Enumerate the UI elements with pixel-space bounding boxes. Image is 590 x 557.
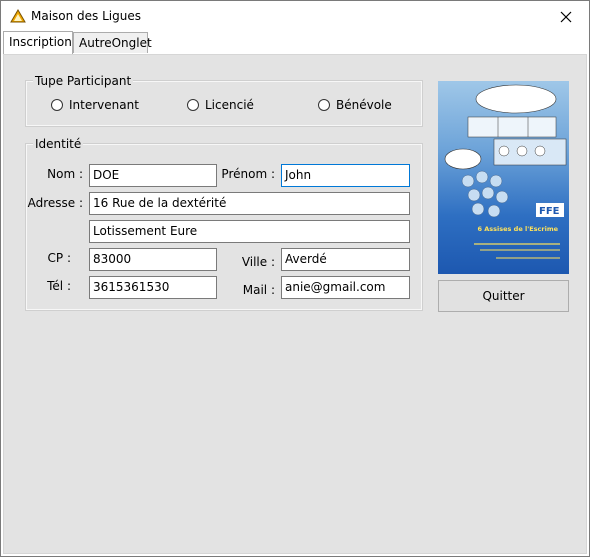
- prenom-label: Prénom :: [221, 167, 275, 181]
- tab-autreonglet[interactable]: AutreOnglet: [73, 32, 152, 53]
- main-window: Maison des Ligues Inscription AutreOngle…: [0, 0, 590, 557]
- title-bar: Maison des Ligues: [1, 1, 589, 32]
- group-title: Identité: [33, 137, 84, 151]
- nom-field[interactable]: DOE: [89, 164, 217, 187]
- radio-licencie[interactable]: Licencié: [187, 98, 254, 112]
- radio-benevole[interactable]: Bénévole: [318, 98, 392, 112]
- tab-label: AutreOnglet: [79, 36, 152, 50]
- adresse-line2-field[interactable]: Lotissement Eure: [89, 220, 410, 243]
- tel-label: Tél :: [47, 279, 71, 293]
- identity-group: Identité Nom : DOE Prénom : John Adresse…: [25, 137, 423, 311]
- radio-label: Licencié: [205, 98, 254, 112]
- window-title: Maison des Ligues: [31, 9, 141, 23]
- cp-label: CP :: [47, 251, 71, 265]
- radio-button-icon[interactable]: [187, 99, 199, 111]
- tab-strip: Inscription AutreOnglet: [1, 31, 589, 55]
- radio-label: Intervenant: [69, 98, 139, 112]
- mail-field[interactable]: anie@gmail.com: [281, 276, 410, 299]
- poster-logo: FFE: [539, 206, 560, 217]
- poster-illustration: FFE 6 Assises de l'Escrime: [444, 84, 567, 259]
- quit-button[interactable]: Quitter: [438, 280, 569, 312]
- tab-inscription[interactable]: Inscription: [3, 31, 73, 54]
- radio-label: Bénévole: [336, 98, 392, 112]
- close-icon: [560, 11, 572, 22]
- tab-label: Inscription: [9, 35, 72, 49]
- tab-page-inscription: Tupe Participant Intervenant Licencié Bé…: [3, 54, 587, 554]
- event-poster-image: FFE 6 Assises de l'Escrime: [438, 81, 569, 274]
- cp-field[interactable]: 83000: [89, 248, 217, 271]
- participant-type-group: Tupe Participant Intervenant Licencié Bé…: [25, 74, 423, 127]
- group-title: Tupe Participant: [33, 74, 134, 88]
- radio-button-icon[interactable]: [318, 99, 330, 111]
- poster-headline: 6 Assises de l'Escrime: [477, 225, 558, 233]
- close-button[interactable]: [543, 1, 589, 32]
- prenom-field[interactable]: John: [281, 164, 410, 187]
- radio-button-icon[interactable]: [51, 99, 63, 111]
- ville-label: Ville :: [241, 255, 275, 269]
- nom-label: Nom :: [47, 167, 83, 181]
- ville-field[interactable]: Averdé: [281, 248, 410, 271]
- mail-label: Mail :: [242, 283, 275, 297]
- tel-field[interactable]: 3615361530: [89, 276, 217, 299]
- radio-intervenant[interactable]: Intervenant: [51, 98, 139, 112]
- adresse-label: Adresse :: [27, 196, 83, 210]
- adresse-line1-field[interactable]: 16 Rue de la dextérité: [89, 192, 410, 215]
- triangle-logo-icon: [10, 9, 26, 23]
